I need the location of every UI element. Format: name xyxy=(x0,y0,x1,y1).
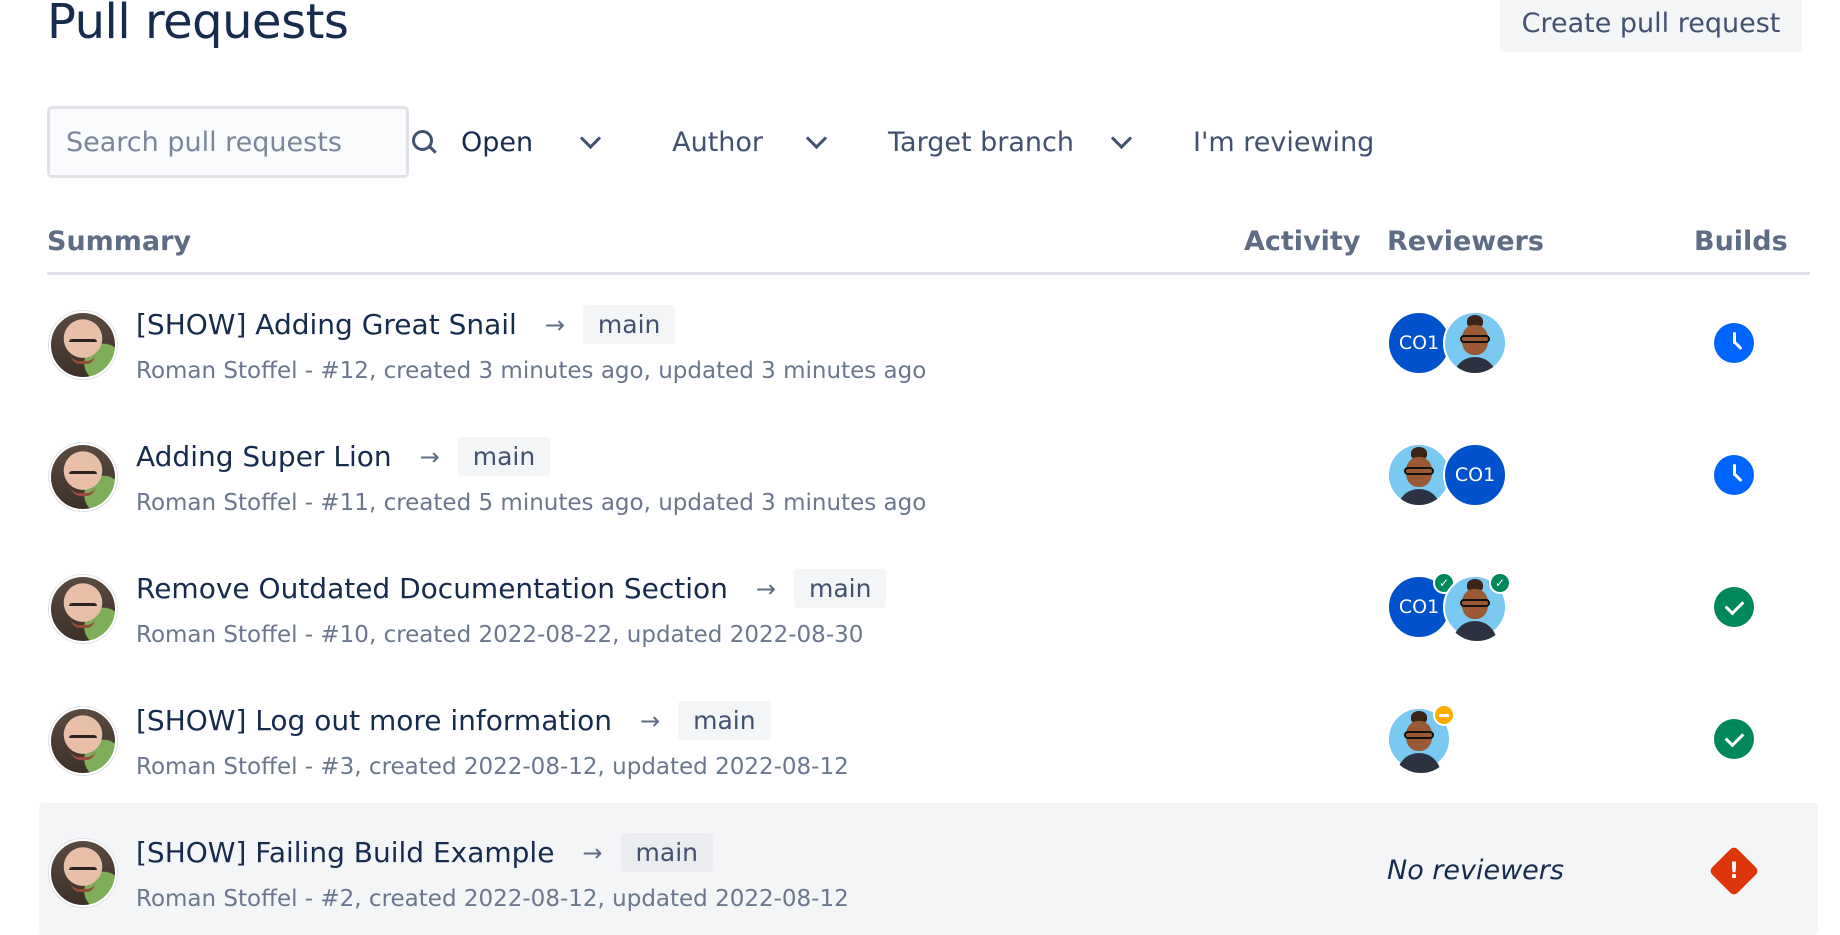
reviewers-group: CO1 xyxy=(1387,311,1507,375)
search-input[interactable] xyxy=(64,125,410,159)
im-reviewing-filter[interactable]: I'm reviewing xyxy=(1193,127,1374,158)
search-field[interactable] xyxy=(47,106,437,178)
build-status[interactable] xyxy=(1714,719,1754,759)
error-icon: ! xyxy=(1708,845,1760,897)
state-filter-dropdown[interactable]: Open xyxy=(461,126,602,158)
clock-icon xyxy=(1714,455,1754,495)
chevron-down-icon xyxy=(805,127,828,149)
build-status[interactable] xyxy=(1714,455,1754,495)
filter-bar: Open Author Target branch I'm reviewing xyxy=(47,102,1374,182)
reviewers-group: CO1 ✓ ✓ xyxy=(1387,572,1511,641)
im-reviewing-label: I'm reviewing xyxy=(1193,126,1375,158)
approved-check-icon: ✓ xyxy=(1489,572,1511,594)
reviewer-initials: CO1 xyxy=(1454,464,1496,486)
table-row[interactable]: Remove Outdated Documentation Section → … xyxy=(47,539,1810,671)
author-avatar[interactable] xyxy=(49,575,117,643)
build-status[interactable] xyxy=(1714,587,1754,627)
pull-request-meta: Roman Stoffel - #11, created 5 minutes a… xyxy=(136,490,927,516)
pull-request-title[interactable]: [SHOW] Adding Great Snail xyxy=(136,308,517,341)
state-filter-label: Open xyxy=(461,126,534,158)
arrow-right-icon: → xyxy=(755,574,776,603)
arrow-right-icon: → xyxy=(419,442,440,471)
table-row[interactable]: [SHOW] Log out more information → main R… xyxy=(47,671,1810,803)
pull-request-title[interactable]: [SHOW] Log out more information xyxy=(136,704,612,737)
table-row[interactable]: [SHOW] Adding Great Snail → main Roman S… xyxy=(47,275,1810,407)
column-header-activity: Activity xyxy=(1244,226,1361,257)
reviewer-avatar[interactable] xyxy=(1387,443,1451,507)
pull-request-meta: Roman Stoffel - #10, created 2022-08-22,… xyxy=(136,622,864,648)
author-filter-label: Author xyxy=(672,126,764,158)
pull-request-meta: Roman Stoffel - #3, created 2022-08-12, … xyxy=(136,754,849,780)
table-row[interactable]: Adding Super Lion → main Roman Stoffel -… xyxy=(47,407,1810,539)
create-pull-request-button[interactable]: Create pull request xyxy=(1500,0,1802,52)
pull-request-title[interactable]: Remove Outdated Documentation Section xyxy=(136,572,728,605)
reviewer-initials: CO1 xyxy=(1398,332,1440,354)
build-status[interactable]: ! xyxy=(1708,845,1760,897)
no-reviewers-text: No reviewers xyxy=(1387,855,1564,886)
arrow-right-icon: → xyxy=(640,706,661,735)
reviewer-avatar[interactable] xyxy=(1443,311,1507,375)
reviewer-avatar[interactable]: ✓ xyxy=(1443,572,1511,641)
arrow-right-icon: → xyxy=(544,310,565,339)
column-header-builds: Builds xyxy=(1694,226,1788,257)
table-row[interactable]: [SHOW] Failing Build Example → main Roma… xyxy=(39,803,1818,935)
reviewer-avatar[interactable] xyxy=(1387,704,1455,773)
target-branch-lozenge: main xyxy=(794,569,887,608)
column-header-summary: Summary xyxy=(47,226,192,257)
pull-request-title[interactable]: Adding Super Lion xyxy=(136,440,392,473)
reviewer-avatar[interactable]: CO1 xyxy=(1443,443,1507,507)
author-avatar[interactable] xyxy=(49,707,117,775)
reviewers-group: CO1 xyxy=(1387,443,1507,507)
author-avatar[interactable] xyxy=(49,839,117,907)
page-title: Pull requests xyxy=(47,0,349,50)
check-circle-icon xyxy=(1714,587,1754,627)
reviewers-group xyxy=(1387,704,1455,773)
target-branch-filter-dropdown[interactable]: Target branch xyxy=(888,126,1133,158)
target-branch-lozenge: main xyxy=(620,833,713,872)
chevron-down-icon xyxy=(1110,127,1133,149)
author-avatar[interactable] xyxy=(49,443,117,511)
check-circle-icon xyxy=(1714,719,1754,759)
pull-request-meta: Roman Stoffel - #12, created 3 minutes a… xyxy=(136,358,927,384)
build-status[interactable] xyxy=(1714,323,1754,363)
clock-icon xyxy=(1714,323,1754,363)
needs-work-icon xyxy=(1433,704,1455,726)
reviewer-initials: CO1 xyxy=(1398,596,1440,618)
pull-requests-table: Summary Activity Reviewers Builds [SHOW]… xyxy=(39,220,1818,935)
target-branch-lozenge: main xyxy=(582,305,676,344)
table-header: Summary Activity Reviewers Builds xyxy=(47,220,1810,275)
target-branch-lozenge: main xyxy=(678,701,771,740)
target-branch-lozenge: main xyxy=(457,437,551,476)
author-filter-dropdown[interactable]: Author xyxy=(672,126,828,158)
chevron-down-icon xyxy=(580,127,602,149)
reviewer-avatar[interactable]: CO1 xyxy=(1387,311,1451,375)
target-branch-filter-label: Target branch xyxy=(888,126,1074,158)
arrow-right-icon: → xyxy=(582,838,603,867)
author-avatar[interactable] xyxy=(49,311,117,379)
pull-request-meta: Roman Stoffel - #2, created 2022-08-12, … xyxy=(136,886,849,912)
column-header-reviewers: Reviewers xyxy=(1387,226,1544,257)
reviewer-avatar[interactable]: CO1 ✓ xyxy=(1387,572,1455,639)
pull-request-title[interactable]: [SHOW] Failing Build Example xyxy=(136,836,554,869)
